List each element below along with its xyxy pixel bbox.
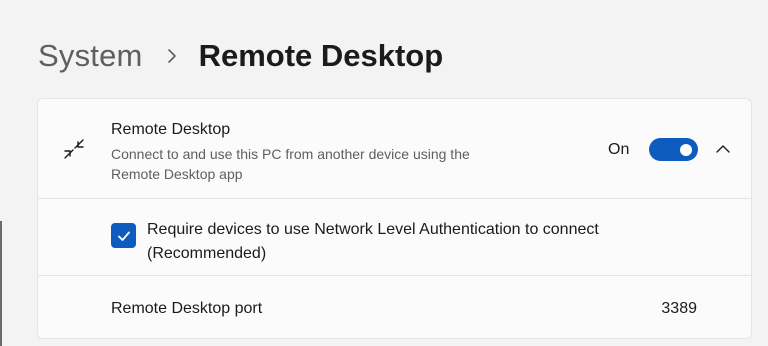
toggle-knob (680, 144, 692, 156)
nla-label[interactable]: Require devices to use Network Level Aut… (147, 218, 687, 266)
remote-desktop-icon (62, 137, 86, 161)
toggle-state-label: On (608, 141, 630, 158)
remote-desktop-description: Connect to and use this PC from another … (111, 146, 470, 182)
port-label: Remote Desktop port (111, 300, 263, 317)
remote-desktop-setting[interactable]: Remote Desktop Connect to and use this P… (38, 99, 751, 199)
port-value: 3389 (661, 300, 697, 317)
nla-setting: Require devices to use Network Level Aut… (38, 199, 751, 276)
nla-checkbox[interactable] (111, 223, 136, 248)
breadcrumb-system[interactable]: System (38, 38, 143, 74)
remote-desktop-title: Remote Desktop (111, 121, 231, 138)
breadcrumb: System Remote Desktop (38, 32, 443, 80)
remote-desktop-toggle[interactable] (649, 138, 698, 161)
remote-desktop-card: Remote Desktop Connect to and use this P… (37, 98, 752, 339)
chevron-up-icon[interactable] (715, 142, 731, 154)
checkmark-icon (117, 231, 130, 241)
window-edge (0, 221, 2, 346)
chevron-right-icon (163, 47, 181, 65)
page-title: Remote Desktop (198, 38, 444, 73)
port-setting: Remote Desktop port 3389 (38, 276, 751, 338)
